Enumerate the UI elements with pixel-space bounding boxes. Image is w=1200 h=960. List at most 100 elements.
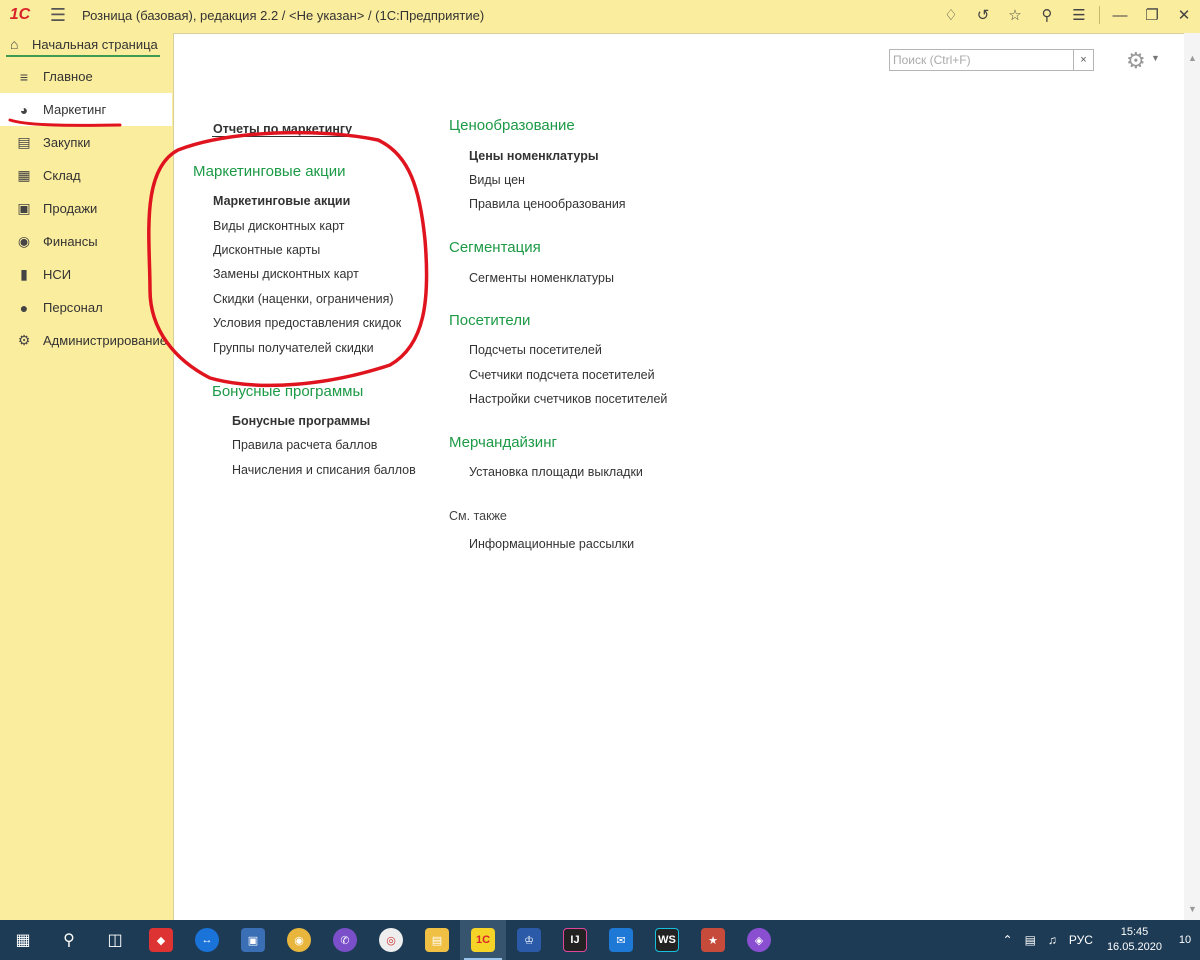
- link-discount-card-types[interactable]: Виды дисконтных карт: [213, 219, 345, 233]
- group-title-visitors: Посетители: [449, 312, 531, 329]
- taskbar-app-1c[interactable]: 1С: [460, 920, 506, 960]
- group-title-marketing-actions: Маркетинговые акции: [193, 163, 346, 180]
- sidebar-item-admin[interactable]: ⚙ Администрирование: [0, 324, 172, 357]
- viber-icon: ✆: [333, 928, 357, 952]
- teamviewer-icon: ↔: [195, 928, 219, 952]
- restore-icon[interactable]: ❐: [1136, 0, 1168, 30]
- group-title-segmentation: Сегментация: [449, 239, 541, 256]
- taskbar-app-target[interactable]: ◎: [368, 920, 414, 960]
- sidebar-item-label: Продажи: [43, 201, 98, 216]
- link-marketing-actions[interactable]: Маркетинговые акции: [213, 194, 350, 208]
- taskbar-app-mail[interactable]: ✉: [598, 920, 644, 960]
- taskbar-app-intellij[interactable]: IJ: [552, 920, 598, 960]
- separator: [1099, 6, 1100, 24]
- sidebar-item-main[interactable]: ≡ Главное: [0, 60, 172, 93]
- coin-icon: ◉: [17, 233, 31, 249]
- sidebar: ≡ Главное ◕ Маркетинг ▤ Закупки ▦ Склад …: [0, 60, 172, 920]
- bell-icon[interactable]: ♢: [935, 0, 967, 30]
- taskbar-app-explorer[interactable]: ▤: [414, 920, 460, 960]
- link-visitor-counts[interactable]: Подсчеты посетителей: [469, 343, 602, 357]
- webstorm-icon: WS: [655, 928, 679, 952]
- taskbar-app-tax[interactable]: ♔: [506, 920, 552, 960]
- more-menu-icon[interactable]: ☰: [1063, 0, 1095, 30]
- target-icon: ◎: [379, 928, 403, 952]
- taskbar-app-chrome[interactable]: ◉: [276, 920, 322, 960]
- taskbar-app-drop[interactable]: ◈: [736, 920, 782, 960]
- basket-icon: ▣: [17, 200, 31, 216]
- reports-link[interactable]: Отчеты по маркетингу: [212, 122, 354, 137]
- star-icon[interactable]: ☆: [999, 0, 1031, 30]
- sidebar-item-label: Персонал: [43, 300, 103, 315]
- taskbar-app-anydesk[interactable]: ◆: [138, 920, 184, 960]
- search-icon[interactable]: ⚲: [1031, 0, 1063, 30]
- sidebar-item-label: Администрирование: [43, 333, 167, 348]
- taskbar-app-game[interactable]: ★: [690, 920, 736, 960]
- home-tab[interactable]: ⌂ Начальная страница: [0, 30, 172, 58]
- scroll-down-icon[interactable]: ▼: [1188, 904, 1197, 914]
- link-points-accruals[interactable]: Начисления и списания баллов: [232, 463, 416, 477]
- search-clear-button[interactable]: ×: [1073, 50, 1093, 70]
- sidebar-item-warehouse[interactable]: ▦ Склад: [0, 159, 172, 192]
- link-discount-cards[interactable]: Дисконтные карты: [213, 243, 320, 257]
- clock[interactable]: 15:45 16.05.2020: [1107, 925, 1162, 955]
- language-indicator[interactable]: РУС: [1069, 933, 1093, 947]
- chevron-up-icon[interactable]: ⌃: [1003, 933, 1013, 947]
- task-view-icon[interactable]: ◫: [92, 920, 138, 960]
- vertical-scrollbar[interactable]: ▲ ▼: [1184, 33, 1200, 920]
- link-bonus-programs[interactable]: Бонусные программы: [232, 414, 370, 428]
- notifications-button[interactable]: 10: [1170, 934, 1200, 946]
- sidebar-item-label: Склад: [43, 168, 81, 183]
- link-discount-conditions[interactable]: Условия предоставления скидок: [213, 316, 401, 330]
- chevron-down-icon[interactable]: ▼: [1151, 53, 1160, 63]
- search-input[interactable]: [890, 50, 1073, 70]
- link-discounts[interactable]: Скидки (наценки, ограничения): [213, 292, 394, 306]
- sidebar-item-sales[interactable]: ▣ Продажи: [0, 192, 172, 225]
- sidebar-item-marketing[interactable]: ◕ Маркетинг: [0, 93, 172, 126]
- sidebar-item-label: Закупки: [43, 135, 91, 150]
- link-item-prices[interactable]: Цены номенклатуры: [469, 149, 599, 163]
- sidebar-item-nsi[interactable]: ▮ НСИ: [0, 258, 172, 291]
- close-icon[interactable]: ✕: [1168, 0, 1200, 30]
- link-visitor-counter-settings[interactable]: Настройки счетчиков посетителей: [469, 392, 667, 406]
- scroll-up-icon[interactable]: ▲: [1188, 53, 1197, 63]
- sidebar-item-label: Финансы: [43, 234, 98, 249]
- intellij-icon: IJ: [563, 928, 587, 952]
- link-discount-card-replacements[interactable]: Замены дисконтных карт: [213, 267, 359, 281]
- windows-start-icon[interactable]: ▦: [0, 920, 46, 960]
- taskbar-app-teamviewer[interactable]: ↔: [184, 920, 230, 960]
- volume-icon[interactable]: ♫: [1048, 933, 1057, 947]
- group-title-merchandising: Мерчандайзинг: [449, 434, 557, 451]
- link-price-types[interactable]: Виды цен: [469, 173, 525, 187]
- sidebar-item-label: НСИ: [43, 267, 72, 282]
- minimize-icon[interactable]: —: [1104, 0, 1136, 30]
- settings-gear-icon[interactable]: ⚙: [1126, 48, 1146, 74]
- cart-icon: ▤: [17, 134, 31, 150]
- group-title-bonus-programs: Бонусные программы: [212, 383, 364, 400]
- network-icon[interactable]: ▤: [1025, 933, 1036, 947]
- link-visitor-counters[interactable]: Счетчики подсчета посетителей: [469, 368, 655, 382]
- taskbar-app-webstorm[interactable]: WS: [644, 920, 690, 960]
- sidebar-item-purchases[interactable]: ▤ Закупки: [0, 126, 172, 159]
- link-pricing-rules[interactable]: Правила ценообразования: [469, 197, 626, 211]
- home-icon: ⌂: [10, 36, 19, 52]
- chrome-icon: ◉: [287, 928, 311, 952]
- main-menu-icon[interactable]: ☰: [40, 0, 76, 30]
- link-discount-recipient-groups[interactable]: Группы получателей скидки: [213, 341, 374, 355]
- app-logo[interactable]: 1С: [0, 0, 40, 30]
- search-icon[interactable]: ⚲: [46, 920, 92, 960]
- menu-lines-icon: ≡: [19, 68, 29, 85]
- link-info-mailings[interactable]: Информационные рассылки: [469, 537, 634, 551]
- link-display-area[interactable]: Установка площади выкладки: [469, 465, 643, 479]
- link-points-rules[interactable]: Правила расчета баллов: [232, 438, 377, 452]
- system-tray: ⌃ ▤ ♫ РУС 15:45 16.05.2020 10: [997, 920, 1200, 960]
- sidebar-item-personnel[interactable]: ● Персонал: [0, 291, 172, 324]
- book-icon: ▮: [20, 266, 28, 282]
- taskbar-app-viber[interactable]: ✆: [322, 920, 368, 960]
- drop-icon: ◈: [747, 928, 771, 952]
- sidebar-item-finance[interactable]: ◉ Финансы: [0, 225, 172, 258]
- taskbar-app-monitor[interactable]: ▣: [230, 920, 276, 960]
- link-item-segments[interactable]: Сегменты номенклатуры: [469, 271, 614, 285]
- history-icon[interactable]: ↺: [967, 0, 999, 30]
- 1c-icon: 1С: [471, 928, 495, 952]
- clock-time: 15:45: [1120, 926, 1149, 938]
